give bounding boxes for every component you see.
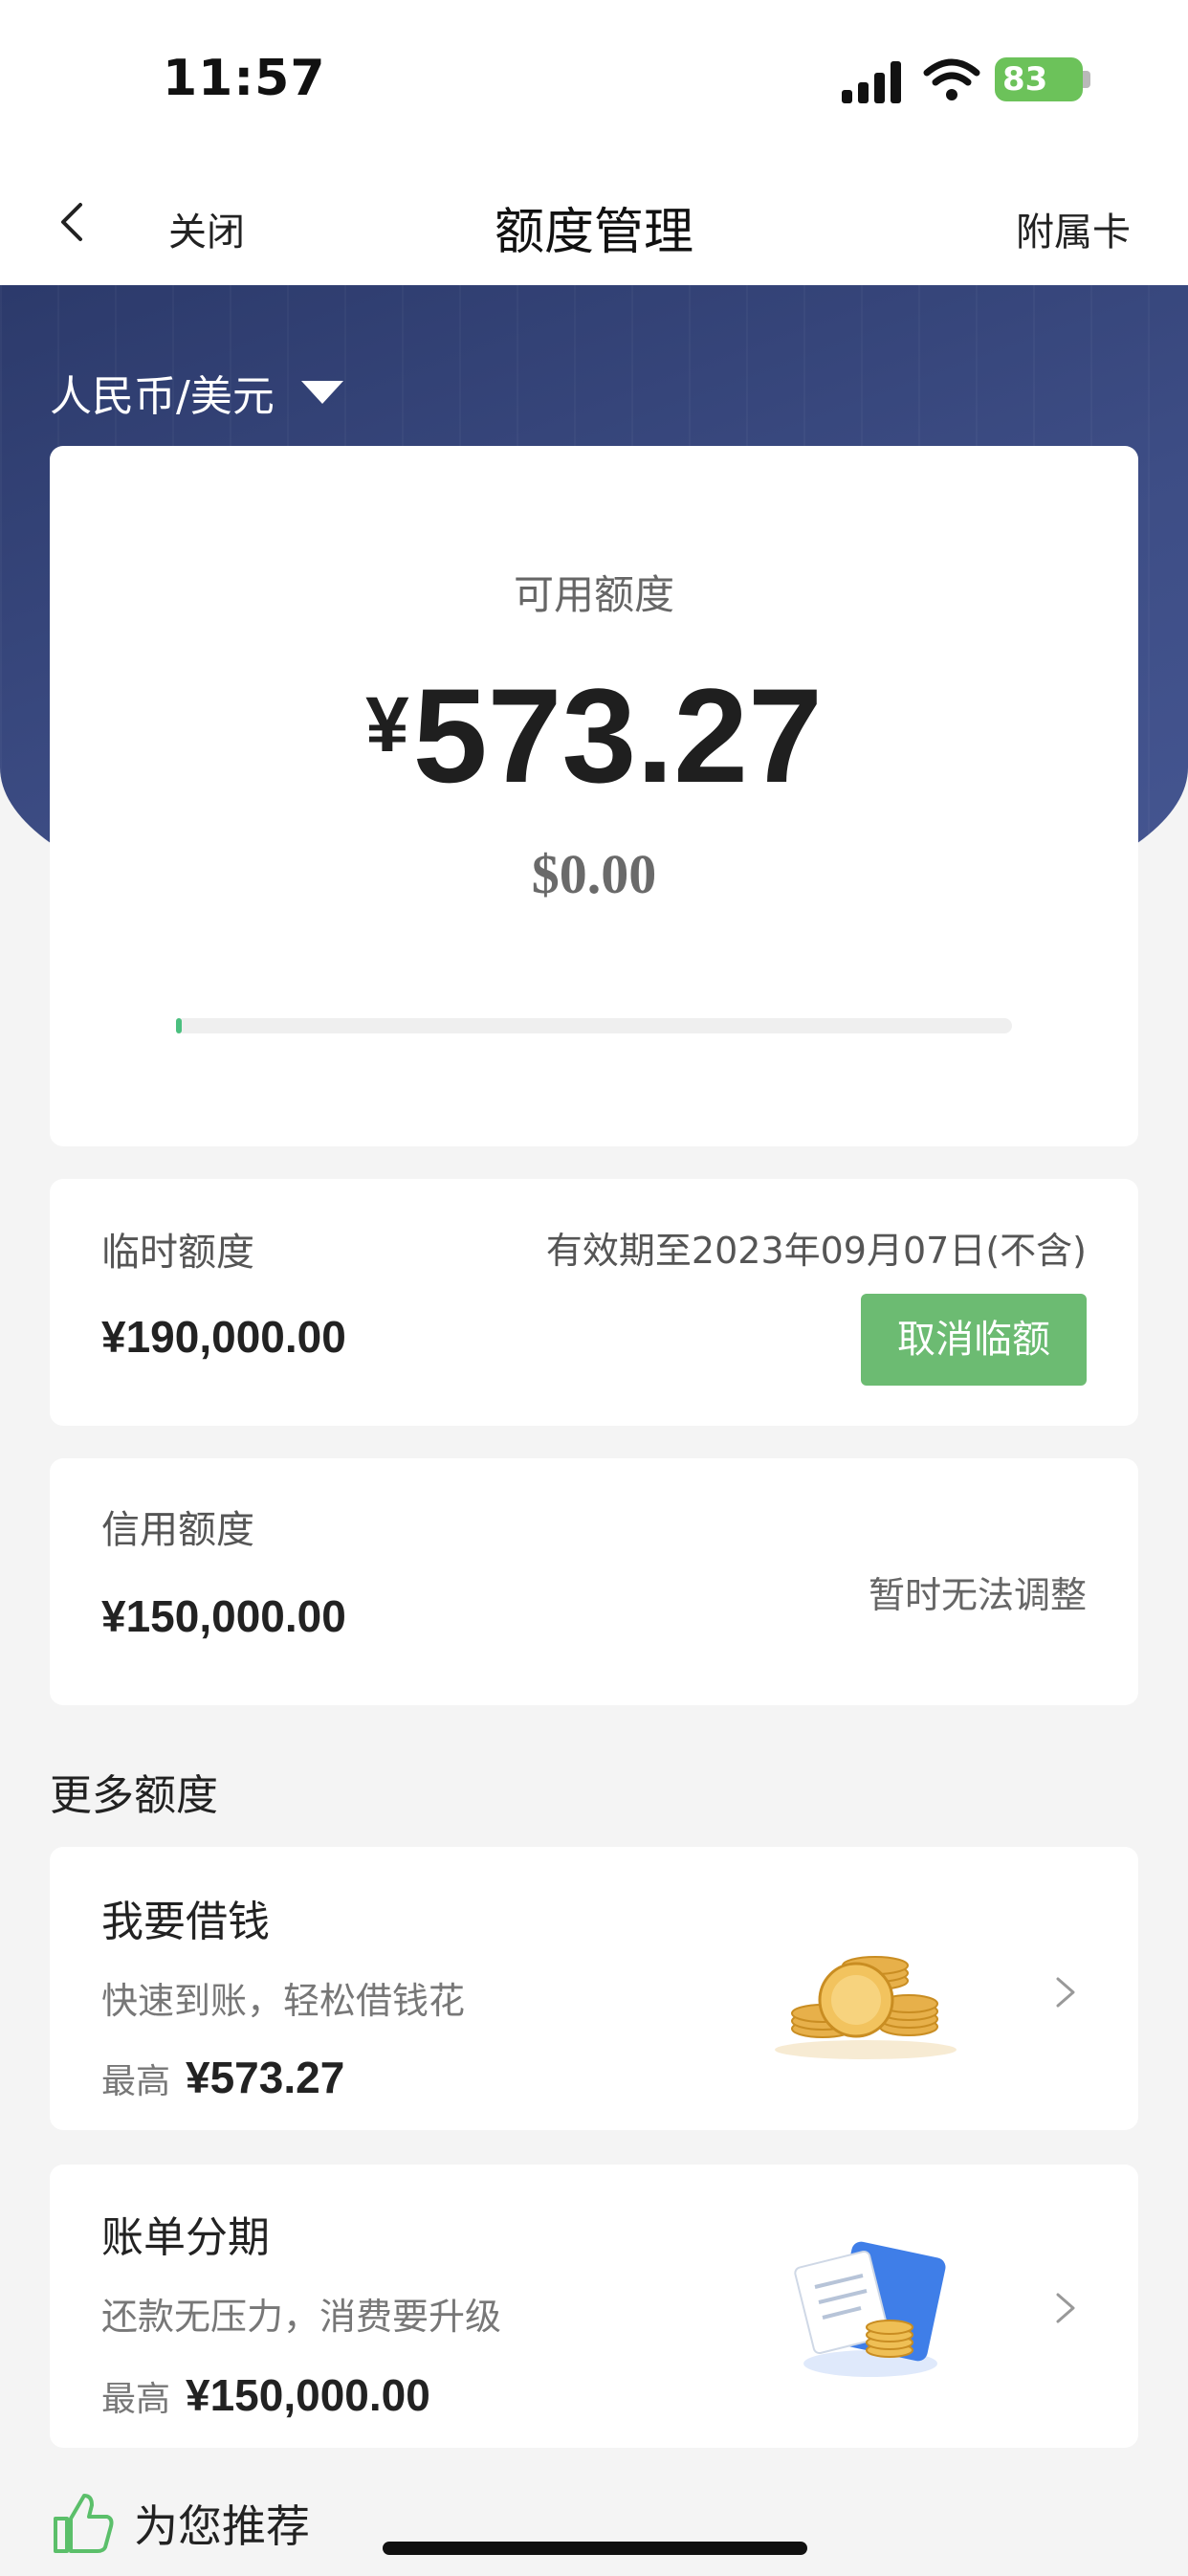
- promo-max-label: 最高: [101, 2062, 171, 2101]
- battery-level: 83: [1002, 60, 1048, 99]
- thumbs-up-icon: [54, 2494, 114, 2553]
- usage-progress-fill: [176, 1018, 182, 1033]
- temporary-limit-label: 临时额度: [101, 1231, 254, 1275]
- dropdown-triangle-icon: [300, 381, 343, 404]
- currency-selector-label: 人民币/美元: [50, 372, 275, 421]
- rmb-symbol: ¥: [365, 681, 409, 768]
- promo-subtitle: 快速到账，轻松借钱花: [101, 1980, 466, 2022]
- promo-subtitle: 还款无压力，消费要升级: [101, 2296, 502, 2338]
- temporary-limit-validity: 有效期至2023年09月07日(不含): [545, 1230, 1087, 1272]
- status-time: 11:57: [163, 50, 326, 107]
- available-usd-amount: $0.00: [531, 843, 657, 905]
- gold-coins-icon: [775, 1956, 957, 2059]
- temporary-limit-amount: ¥190,000.00: [101, 1312, 346, 1362]
- cellular-signal-icon: [842, 59, 903, 103]
- recommend-section-header: 为您推荐: [50, 2490, 310, 2557]
- chevron-right-icon[interactable]: [1048, 2291, 1083, 2325]
- cancel-temporary-limit-button[interactable]: 取消临额: [861, 1294, 1087, 1386]
- promo-max-label: 最高: [101, 2380, 171, 2419]
- promo-title: 我要借钱: [101, 1898, 270, 1946]
- sub-card-link[interactable]: 附属卡: [1016, 201, 1131, 256]
- promo-max-value: ¥573.27: [186, 2053, 345, 2102]
- home-indicator: [383, 2542, 807, 2555]
- recommend-title: 为您推荐: [134, 2500, 310, 2552]
- rmb-value: 573.27: [412, 660, 823, 811]
- wifi-icon: [923, 58, 980, 100]
- section-title-more-limits: 更多额度: [50, 1771, 218, 1820]
- promo-max: 最高 ¥150,000.00: [101, 2369, 430, 2421]
- promo-max: 最高 ¥573.27: [101, 2052, 344, 2103]
- usage-progress-track: [176, 1018, 1012, 1033]
- page-title: 额度管理: [494, 204, 693, 261]
- promo-max-value: ¥150,000.00: [186, 2370, 430, 2420]
- available-rmb-amount: ¥573.27: [0, 658, 1188, 813]
- currency-selector[interactable]: 人民币/美元: [50, 362, 343, 423]
- promo-title: 账单分期: [101, 2213, 270, 2262]
- credit-limit-status: 暂时无法调整: [868, 1574, 1087, 1616]
- available-limit-label: 可用额度: [513, 571, 674, 618]
- credit-limit-label: 信用额度: [101, 1508, 254, 1552]
- credit-limit-amount: ¥150,000.00: [101, 1591, 346, 1641]
- battery-icon: 83: [995, 57, 1083, 101]
- bill-card-icon: [794, 2241, 946, 2377]
- battery-tip: [1083, 71, 1090, 88]
- chevron-right-icon[interactable]: [1048, 1975, 1083, 2010]
